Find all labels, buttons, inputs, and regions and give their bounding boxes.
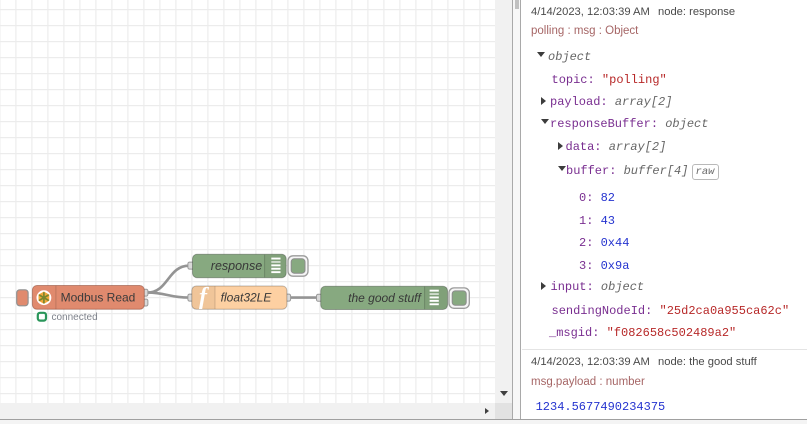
svg-text:float32LE: float32LE [221,291,273,305]
svg-text:the good stuff: the good stuff [348,291,422,305]
svg-text:Modbus Read: Modbus Read [61,291,136,305]
svg-text:connected: connected [52,312,98,323]
svg-text:response: response [211,259,262,273]
